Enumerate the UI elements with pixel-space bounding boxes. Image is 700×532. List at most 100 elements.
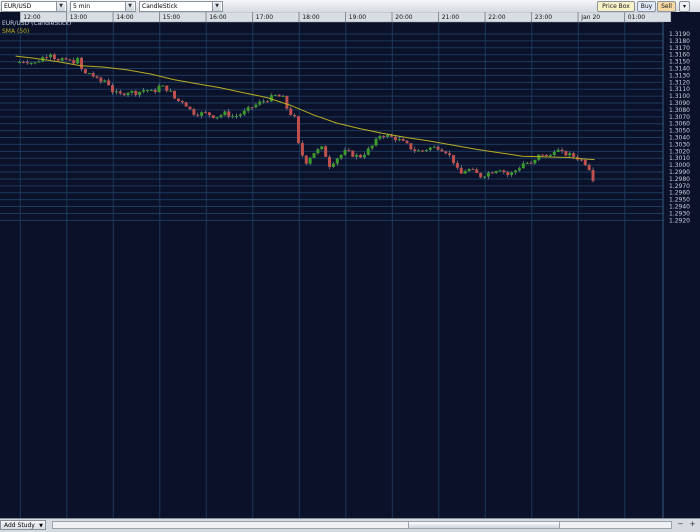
candle-up — [254, 104, 258, 108]
candle-up — [33, 62, 37, 64]
candle-up — [76, 57, 80, 64]
candle-up — [366, 148, 370, 155]
candle-up — [331, 163, 335, 167]
candle-down — [122, 93, 126, 96]
candle-up — [200, 112, 204, 116]
candle-down — [421, 150, 425, 152]
time-tick-label: 20:00 — [395, 14, 412, 21]
settings-icon[interactable]: ▾ — [679, 1, 690, 12]
candle-up — [114, 91, 118, 93]
candle-down — [192, 109, 196, 115]
candle-down — [297, 116, 301, 144]
candle-down — [490, 172, 494, 174]
candle-up — [145, 90, 149, 92]
candle-up — [246, 107, 250, 111]
candle-up — [517, 168, 521, 171]
candle-up — [223, 111, 227, 116]
candle-down — [587, 165, 591, 171]
price-box-button[interactable]: Price Box — [597, 1, 635, 12]
candle-up — [149, 89, 153, 91]
scrollbar-thumb[interactable] — [408, 522, 560, 528]
candle-down — [277, 94, 281, 97]
candle-up — [335, 158, 339, 164]
candle-up — [386, 134, 390, 137]
candle-up — [308, 157, 312, 164]
candle-down — [266, 101, 270, 103]
candle-up — [231, 116, 235, 118]
candle-up — [510, 172, 514, 176]
chart-style-dropdown[interactable]: CandleStick ▼ — [139, 1, 223, 12]
chart-style-value: CandleStick — [142, 3, 178, 10]
time-tick-label: 18:00 — [302, 14, 319, 21]
bottom-bar: Add Study ▼ − + — [0, 518, 700, 532]
candle-down — [448, 153, 452, 156]
chevron-down-icon: ▼ — [125, 2, 134, 11]
candle-down — [564, 151, 568, 156]
time-tick-label: 14:00 — [116, 14, 133, 21]
candle-up — [374, 138, 378, 146]
candle-down — [541, 154, 545, 156]
time-tick-label: 17:00 — [256, 14, 273, 21]
candle-up — [397, 139, 401, 141]
instrument-legend: EUR/USD (CandleStick) — [2, 20, 71, 27]
candle-down — [382, 136, 386, 138]
sell-button[interactable]: Sell — [657, 1, 676, 12]
plot-background — [0, 12, 700, 518]
candle-down — [134, 90, 138, 95]
horizontal-scrollbar[interactable] — [52, 521, 672, 529]
interval-dropdown[interactable]: 5 min ▼ — [70, 1, 136, 12]
candle-down — [560, 149, 564, 152]
candle-down — [583, 159, 587, 166]
candle-down — [68, 59, 72, 61]
candle-down — [211, 115, 215, 118]
candle-down — [413, 149, 417, 152]
time-tick-label: 23:00 — [535, 14, 552, 21]
time-axis: 12:00 13:00 14:00 15:00 16:00 17:00 18:00 19:00… — [20, 12, 672, 23]
candle-up — [130, 90, 134, 93]
candle-down — [72, 60, 76, 64]
time-tick-label: 16:00 — [209, 14, 226, 21]
price-chart[interactable]: 12:00 13:00 14:00 15:00 16:00 17:00 18:00 19:00… — [0, 12, 700, 518]
buy-button[interactable]: Buy — [637, 1, 656, 12]
candle-down — [56, 59, 60, 61]
candle-up — [215, 117, 219, 119]
candle-up — [157, 85, 161, 93]
candle-up — [486, 172, 490, 177]
candle-up — [273, 94, 277, 96]
candle-down — [506, 172, 510, 176]
candle-down — [452, 155, 456, 163]
candle-up — [525, 162, 529, 164]
candle-down — [409, 143, 413, 150]
candle-down — [227, 111, 231, 117]
candle-down — [347, 150, 351, 152]
candle-up — [18, 61, 22, 63]
candle-down — [289, 108, 293, 115]
candle-down — [165, 85, 169, 91]
candle-down — [111, 85, 115, 93]
candle-down — [475, 169, 479, 174]
time-tick-label: Jan 20 — [580, 14, 600, 21]
candle-down — [591, 170, 595, 181]
candle-up — [87, 73, 91, 75]
candle-up — [548, 155, 552, 157]
add-study-button[interactable]: Add Study ▼ — [0, 520, 46, 530]
symbol-dropdown[interactable]: EUR/USD ▼ — [1, 1, 67, 12]
candle-up — [29, 62, 33, 64]
candle-up — [362, 154, 366, 158]
candle-down — [118, 91, 122, 94]
candle-up — [424, 149, 428, 151]
candle-up — [370, 145, 374, 149]
candle-up — [49, 54, 53, 58]
price-axis: 1.31901.31801.31701.31601.31501.31401.31… — [669, 31, 690, 224]
candle-down — [52, 54, 56, 60]
candle-down — [405, 140, 409, 144]
candle-down — [250, 107, 254, 109]
candle-up — [60, 58, 64, 61]
candle-up — [556, 149, 560, 152]
zoom-out-button[interactable]: − — [676, 521, 685, 529]
time-tick-label: 01:00 — [628, 14, 645, 21]
candle-up — [138, 91, 142, 95]
zoom-in-button[interactable]: + — [688, 521, 697, 529]
candle-down — [436, 146, 440, 150]
candle-up — [258, 101, 262, 105]
